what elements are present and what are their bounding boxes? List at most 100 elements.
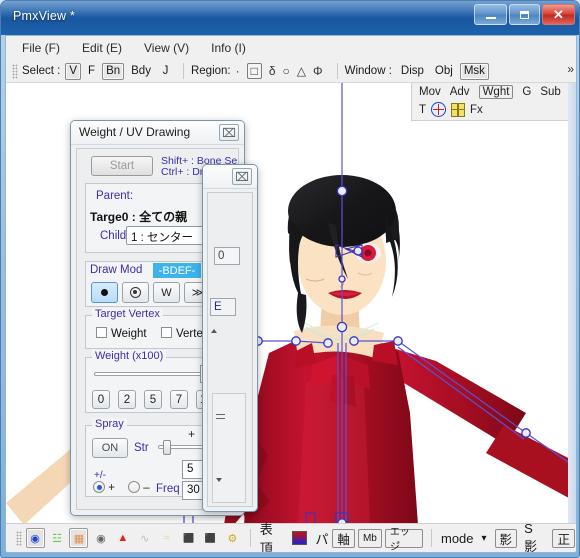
vp-wght-button[interactable]: Wght	[478, 85, 514, 99]
select-face-button[interactable]: F	[84, 63, 99, 80]
joint-icon[interactable]: ≈	[157, 528, 176, 548]
strength-label: Str	[134, 442, 149, 454]
menu-edit[interactable]: Edit (E)	[82, 41, 122, 55]
capsule-teal-icon[interactable]: ⬛	[201, 528, 220, 548]
target-vertex-label: Target Vertex	[92, 308, 163, 320]
menu-file[interactable]: File (F)	[22, 41, 60, 55]
client-area: File (F) Edit (E) View (V) Info (I) Sele…	[5, 35, 577, 553]
weight-dialog-close-icon[interactable]: ⌧	[219, 124, 239, 141]
window-label: Window :	[344, 65, 392, 77]
weight-preset-5[interactable]: 5	[144, 390, 162, 409]
weight-slider[interactable]	[94, 367, 210, 382]
maximize-button[interactable]	[509, 4, 540, 25]
secondary-dialog-close-icon[interactable]: ⌧	[232, 168, 252, 185]
mode-chevron-down-icon[interactable]: ▾	[478, 533, 491, 544]
spray-plus-radio[interactable]: +	[93, 481, 115, 494]
gradient-color-swatch[interactable]	[292, 531, 308, 545]
bdef-tab[interactable]: -BDEF-	[153, 263, 201, 278]
edge-button[interactable]: エッジ゙	[384, 527, 424, 552]
secondary-up-triangle-icon[interactable]	[211, 329, 217, 333]
toolbar-grip[interactable]	[12, 63, 18, 79]
weight-preset-0[interactable]: 0	[92, 390, 110, 409]
shadow-button[interactable]: 影	[494, 528, 518, 548]
gear-icon[interactable]: ⚙	[223, 528, 242, 548]
secondary-dialog-titlebar: ⌧	[203, 165, 257, 189]
dot-region-icon[interactable]: ·	[236, 64, 240, 78]
capsule-green-icon[interactable]: ⬛	[179, 528, 198, 548]
bone-lines-icon[interactable]: ☳	[48, 528, 67, 548]
secondary-e-button[interactable]: E	[210, 298, 236, 316]
select-vertex-button[interactable]: V	[65, 62, 82, 80]
window-msk-button[interactable]: Msk	[459, 62, 489, 80]
menu-view[interactable]: View (V)	[144, 41, 189, 55]
vp-g-button[interactable]: G	[522, 86, 531, 98]
axis-button[interactable]: 軸	[332, 528, 355, 548]
start-button[interactable]: Start	[91, 156, 153, 176]
spray-plus-label: +	[108, 482, 115, 494]
grid-square-icon[interactable]	[451, 102, 466, 117]
spray-minus-radio[interactable]: –	[128, 481, 150, 494]
circle-region-icon[interactable]: ○	[283, 64, 290, 78]
triangle-region-icon[interactable]: △	[297, 64, 306, 78]
weight-preset-7[interactable]: 7	[170, 390, 188, 409]
normal-button[interactable]: 正	[552, 528, 575, 548]
toolbar-overflow-icon[interactable]: »	[567, 62, 574, 76]
draw-mode-w[interactable]: W	[153, 282, 180, 303]
toolbar-divider-2	[336, 63, 338, 79]
window-disp-button[interactable]: Disp	[397, 63, 428, 80]
triangle-icon[interactable]: ▲	[113, 528, 132, 548]
self-shadow-button[interactable]: S影	[520, 521, 548, 552]
draw-mode-dot[interactable]	[91, 282, 118, 303]
hyouten-label[interactable]: 表頂	[256, 519, 288, 552]
target-vertex-weight-checkbox[interactable]: Weight	[96, 327, 147, 340]
weight-dialog-title: Weight / UV Drawing	[79, 125, 191, 139]
strength-slider-thumb[interactable]	[163, 440, 171, 455]
radio-on-icon	[93, 481, 105, 493]
delta-region-icon[interactable]: δ	[269, 64, 276, 78]
secondary-dialog-inner: 0 E	[207, 192, 253, 507]
secondary-down-triangle-icon[interactable]	[216, 478, 222, 482]
secondary-menu-icon[interactable]	[216, 414, 225, 419]
secondary-number-field[interactable]: 0	[214, 247, 240, 265]
viewport-mode-row: Mov Adv Wght G Sub	[419, 85, 561, 99]
select-body-button[interactable]: Bdy	[127, 63, 155, 80]
vp-adv-button[interactable]: Adv	[450, 86, 470, 98]
child-label: Child	[100, 230, 127, 242]
phi-region-icon[interactable]: Φ	[313, 64, 323, 78]
close-button[interactable]: ✕	[542, 4, 575, 25]
vertex-mode-icon[interactable]: ◉	[25, 528, 45, 548]
vp-sub-button[interactable]: Sub	[540, 86, 560, 98]
weight-preset-2[interactable]: 2	[118, 390, 136, 409]
radio-off-icon	[128, 481, 140, 493]
weight-grid-icon[interactable]: ▦	[69, 528, 89, 548]
strength-plus-label: +	[188, 427, 196, 441]
face-mode-icon[interactable]: ◉	[91, 528, 110, 548]
pa-label[interactable]: パ	[311, 529, 332, 548]
select-joint-button[interactable]: J	[158, 63, 173, 80]
mode-label[interactable]: mode	[437, 531, 478, 546]
square-region-icon[interactable]: □	[246, 63, 262, 79]
parent-label: Parent:	[96, 190, 134, 202]
plus-minus-label: +/-	[94, 470, 106, 481]
mb-button[interactable]: Mb	[357, 528, 382, 548]
wave-icon[interactable]: ∿	[135, 528, 154, 548]
secondary-dialog-body: 0 E	[203, 189, 257, 511]
statusbar-grip[interactable]	[16, 530, 22, 546]
menu-info[interactable]: Info (I)	[211, 41, 246, 55]
spray-on-button[interactable]: ON	[92, 438, 128, 458]
vp-mov-button[interactable]: Mov	[419, 86, 441, 98]
viewport-vertical-scrollbar[interactable]	[568, 83, 576, 525]
minimize-button[interactable]	[474, 4, 507, 25]
select-bone-button[interactable]: Bn	[102, 62, 125, 80]
target-crosshair-icon[interactable]	[431, 102, 447, 117]
draw-mode-eye[interactable]	[122, 282, 149, 303]
weight-dialog-titlebar: Weight / UV Drawing ⌧	[71, 121, 244, 145]
window-obj-button[interactable]: Obj	[431, 63, 457, 80]
vp-t-button[interactable]: T	[419, 104, 426, 116]
viewport-tool-palette: Mov Adv Wght G Sub T Fx	[411, 83, 568, 121]
pmxview-window: PmxView * ✕ File (F) Edit (E) View (V) I…	[0, 0, 580, 558]
target-bone-label: Targe0 : 全ての親	[90, 210, 188, 224]
vp-fx-button[interactable]: Fx	[470, 104, 483, 116]
secondary-list-panel[interactable]	[212, 393, 246, 503]
main-toolbar: Select : V F Bn Bdy J Region: · □ δ ○ △ …	[6, 60, 576, 83]
